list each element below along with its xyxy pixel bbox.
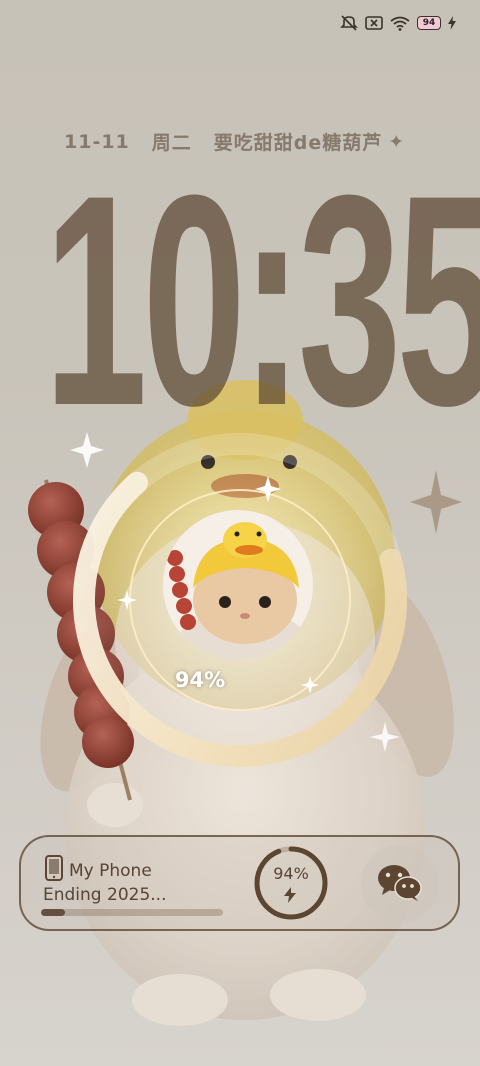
clock-digit: 5 bbox=[396, 150, 480, 450]
device-battery-ring bbox=[254, 846, 328, 920]
status-bar: 94 bbox=[340, 12, 456, 34]
device-progress-fill bbox=[41, 909, 65, 916]
charging-bolt-icon bbox=[284, 887, 296, 907]
lock-screen: 94 11-11 周二 要吃甜甜de糖葫芦 ✦ 1 0 : 3 5 bbox=[0, 0, 480, 1066]
device-status: Ending 2025... bbox=[43, 885, 167, 905]
no-sim-icon bbox=[365, 16, 383, 30]
wifi-icon bbox=[390, 16, 410, 31]
charging-bolt-icon bbox=[448, 16, 456, 30]
wechat-button[interactable] bbox=[361, 845, 439, 923]
device-progress-bar bbox=[41, 909, 223, 916]
mute-vibrate-icon bbox=[340, 15, 358, 31]
wechat-icon bbox=[376, 862, 424, 906]
device-name: My Phone bbox=[69, 861, 152, 881]
bunny-portrait bbox=[163, 510, 313, 660]
device-battery-widget[interactable]: My Phone Ending 2025... 94% bbox=[19, 835, 460, 931]
battery-icon: 94 bbox=[417, 16, 441, 30]
clock-colon: : bbox=[240, 132, 303, 468]
phone-icon bbox=[45, 855, 63, 885]
charging-percent: 94% bbox=[174, 668, 226, 692]
clock-digit: 1 bbox=[44, 132, 147, 468]
device-battery-percent: 94% bbox=[273, 864, 309, 883]
lock-clock[interactable]: 1 0 : 3 5 bbox=[44, 132, 480, 468]
clock-digit: 0 bbox=[142, 132, 245, 468]
clock-digit: 3 bbox=[297, 132, 401, 468]
